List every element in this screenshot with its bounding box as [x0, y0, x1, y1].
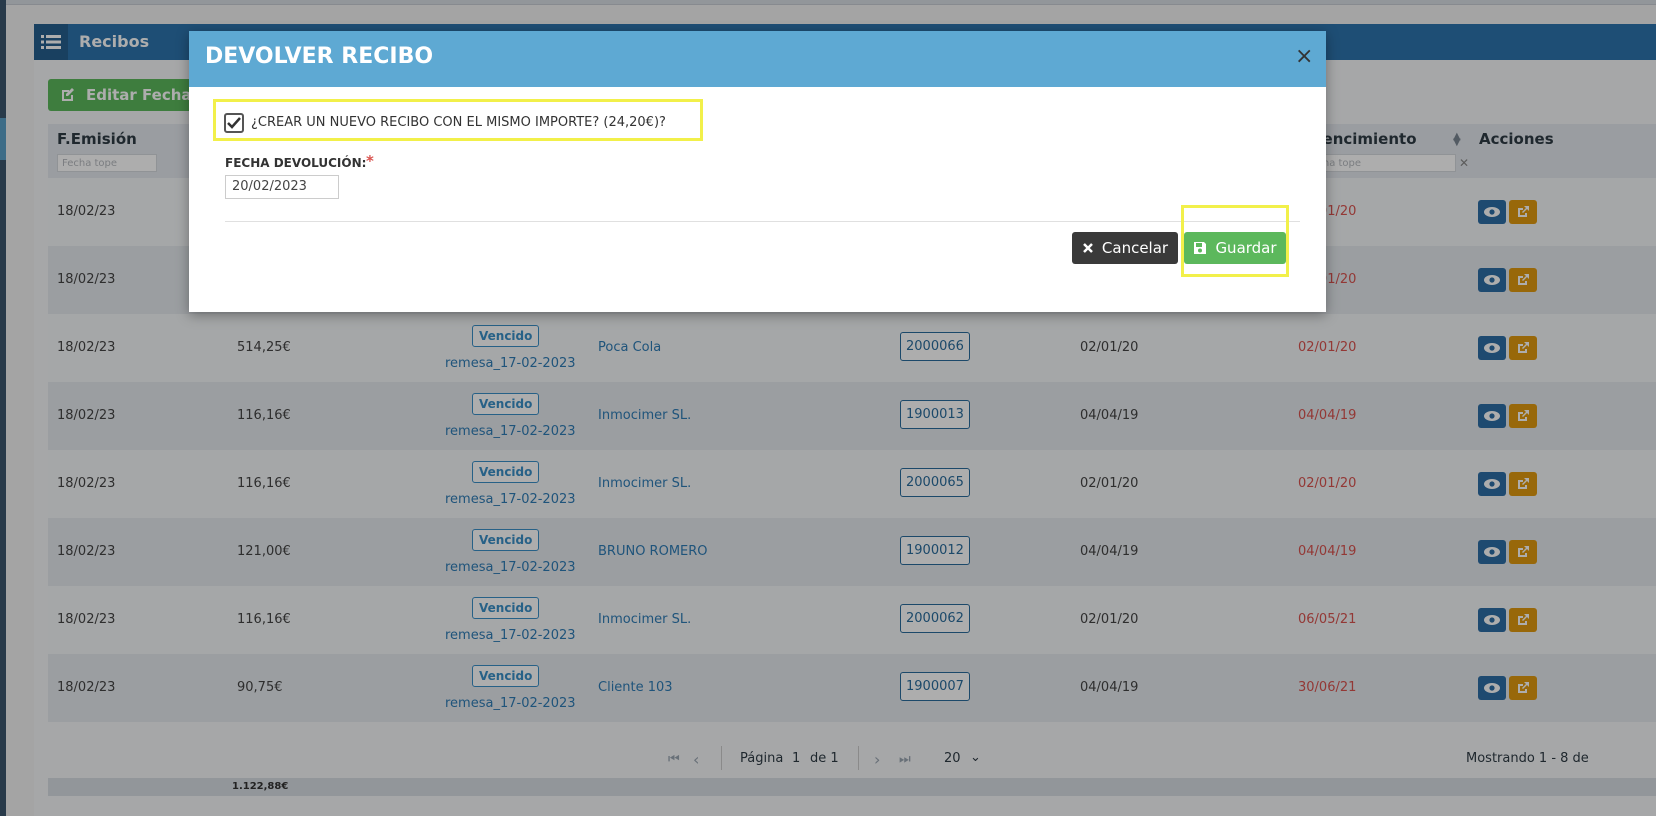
- close-icon[interactable]: ×: [1295, 46, 1313, 68]
- check-icon: [227, 117, 241, 129]
- close-icon: [1083, 243, 1093, 253]
- cancel-button[interactable]: Cancelar: [1072, 232, 1178, 264]
- cancel-label: Cancelar: [1101, 239, 1169, 257]
- return-date-label: FECHA DEVOLUCIÓN:: [225, 156, 367, 170]
- return-date-input[interactable]: 20/02/2023: [225, 175, 339, 199]
- save-label: Guardar: [1215, 239, 1277, 257]
- modal-header: DEVOLVER RECIBO ×: [189, 31, 1326, 87]
- modal-title: DEVOLVER RECIBO: [205, 44, 434, 69]
- modal-divider: [225, 221, 1300, 222]
- new-receipt-checkbox[interactable]: [224, 113, 244, 133]
- save-button[interactable]: Guardar: [1184, 232, 1286, 264]
- new-receipt-label[interactable]: ¿CREAR UN NUEVO RECIBO CON EL MISMO IMPO…: [251, 115, 666, 130]
- devolver-recibo-modal: DEVOLVER RECIBO × ¿CREAR UN NUEVO RECIBO…: [189, 31, 1326, 312]
- save-icon: [1194, 242, 1207, 254]
- required-mark: *: [366, 152, 374, 170]
